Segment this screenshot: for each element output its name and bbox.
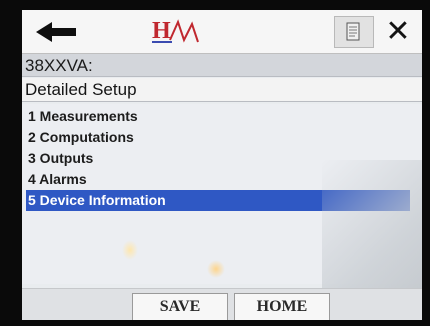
light-glare (122, 240, 138, 260)
document-icon (346, 22, 360, 41)
logo-icon: H (152, 18, 199, 44)
save-button[interactable]: SAVE (132, 293, 228, 320)
back-arrow-icon (36, 22, 76, 42)
home-button[interactable]: HOME (234, 293, 330, 320)
back-button[interactable] (28, 18, 84, 46)
device-tag-title: 38XXVA: (22, 54, 422, 77)
bottom-button-bar: SAVE HOME (22, 288, 422, 320)
close-icon: ✕ (385, 14, 411, 49)
light-glare (207, 260, 225, 278)
menu-title: Detailed Setup (22, 78, 422, 102)
svg-text:H: H (152, 18, 171, 44)
document-button[interactable] (334, 16, 374, 48)
menu-item-measurements[interactable]: 1 Measurements (26, 106, 410, 127)
top-toolbar: H ✕ (22, 10, 422, 54)
brand-logo: H (150, 16, 214, 48)
touch-screen: H ✕ 38XXVA: Detailed Setup 1 Measurement… (22, 10, 422, 320)
close-button[interactable]: ✕ (378, 16, 418, 48)
menu-item-computations[interactable]: 2 Computations (26, 127, 410, 148)
